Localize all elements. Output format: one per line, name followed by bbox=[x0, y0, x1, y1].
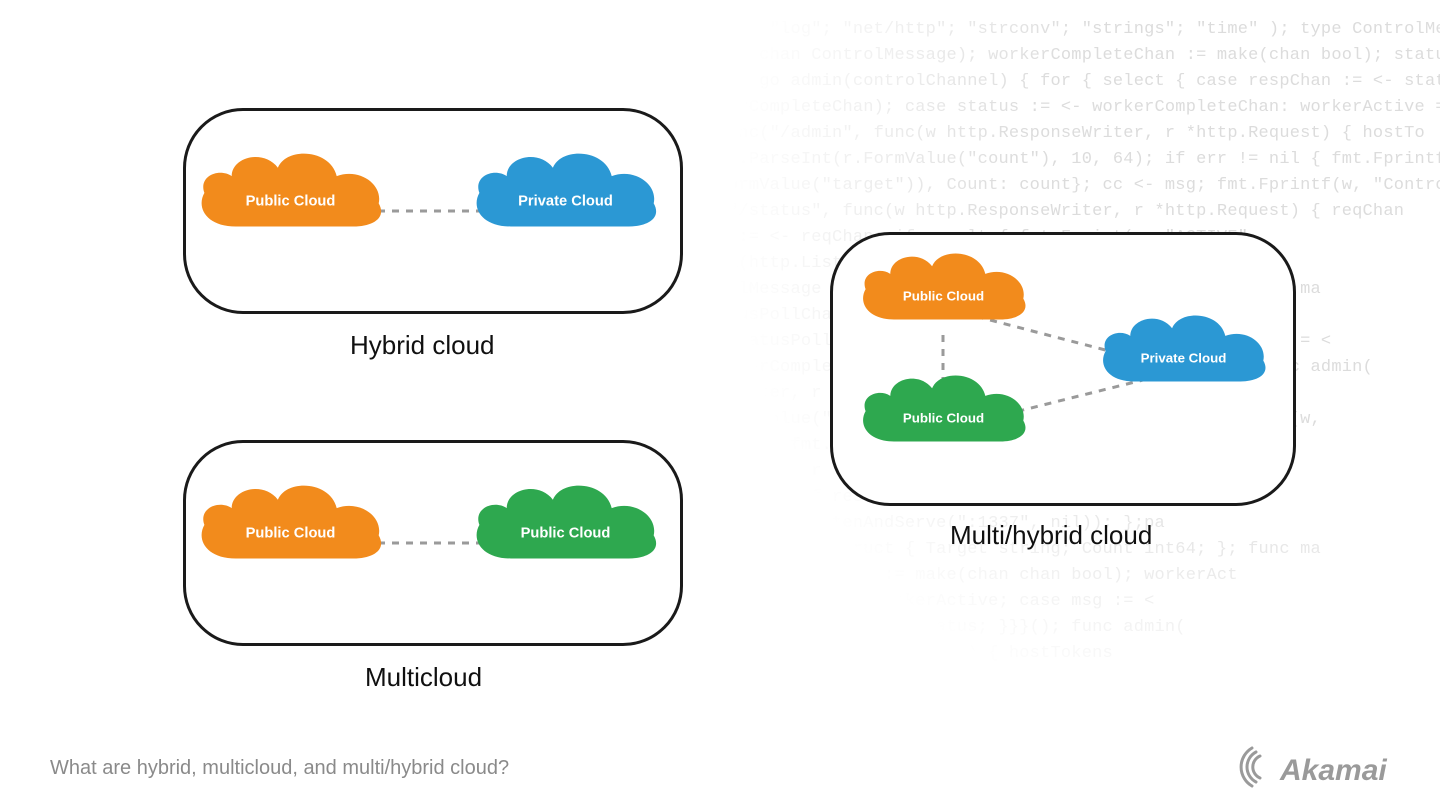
cloud-private-blue-icon: Private Cloud bbox=[477, 154, 657, 227]
multihybrid-caption: Multi/hybrid cloud bbox=[950, 520, 1152, 551]
brand-text: Akamai bbox=[1279, 754, 1387, 787]
multicloud-panel: Public Cloud Public Cloud bbox=[183, 440, 683, 646]
cloud-label: Public Cloud bbox=[246, 526, 336, 542]
multihybrid-panel: Public Cloud Public Cloud Private Cloud bbox=[830, 232, 1296, 506]
cloud-label: Private Cloud bbox=[518, 194, 613, 210]
hybrid-panel: Public Cloud Private Cloud bbox=[183, 108, 683, 314]
cloud-label: Public Cloud bbox=[521, 526, 611, 542]
cloud-public-orange-icon: Public Cloud bbox=[202, 154, 382, 227]
cloud-label: Public Cloud bbox=[903, 289, 984, 304]
akamai-logo: Akamai bbox=[1232, 742, 1412, 792]
hybrid-caption: Hybrid cloud bbox=[350, 330, 495, 361]
cloud-public-orange-icon: Public Cloud bbox=[202, 486, 382, 559]
cloud-label: Public Cloud bbox=[246, 194, 336, 210]
cloud-label: Private Cloud bbox=[1141, 351, 1227, 366]
cloud-public-orange-icon: Public Cloud bbox=[863, 254, 1025, 320]
cloud-label: Public Cloud bbox=[903, 411, 984, 426]
cloud-public-green-icon: Public Cloud bbox=[863, 376, 1025, 442]
cloud-public-green-icon: Public Cloud bbox=[477, 486, 657, 559]
footer-question: What are hybrid, multicloud, and multi/h… bbox=[50, 757, 509, 780]
multicloud-caption: Multicloud bbox=[365, 662, 482, 693]
cloud-private-blue-icon: Private Cloud bbox=[1103, 316, 1265, 382]
